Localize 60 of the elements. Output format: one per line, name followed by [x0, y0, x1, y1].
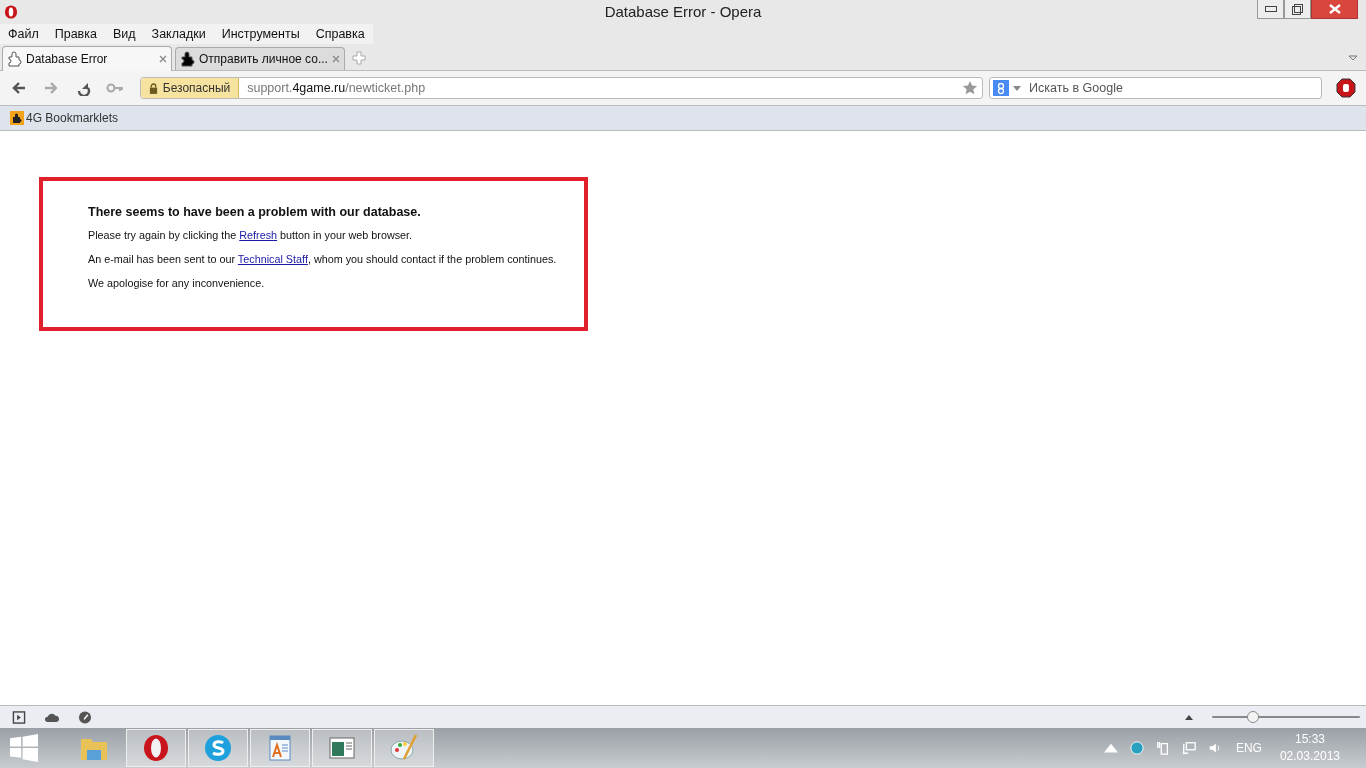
text-link[interactable]: Technical Staff — [237, 253, 308, 265]
bookmark-item[interactable]: 4G Bookmarklets — [10, 111, 119, 125]
palette-icon — [389, 733, 419, 763]
tab-label: Отправить личное со... — [199, 52, 329, 66]
windows-start-icon[interactable] — [10, 734, 38, 762]
stop-hand-icon[interactable] — [1336, 78, 1356, 98]
browser-tab[interactable]: Отправить личное со... — [175, 47, 345, 70]
taskbar-button[interactable] — [188, 729, 248, 767]
close-icon[interactable] — [332, 55, 340, 63]
triangle-up-icon[interactable] — [1185, 714, 1193, 720]
close-icon — [1328, 4, 1341, 14]
taskbar-button[interactable] — [312, 729, 372, 767]
opera-logo-icon[interactable] — [4, 4, 18, 20]
error-message: Please try again by clicking the Refresh button in your web browser. — [88, 228, 414, 243]
battery-icon[interactable] — [1155, 741, 1170, 755]
circle-icon[interactable] — [1129, 741, 1144, 755]
speaker-icon[interactable] — [1207, 741, 1222, 755]
restore-button[interactable] — [1284, 0, 1311, 19]
error-message: An e-mail has been sent to our Technical Staff, whom you should contact if the problem continues. — [88, 252, 558, 267]
skype-logo-icon — [203, 733, 233, 763]
panel-toggle-icon[interactable] — [12, 710, 26, 724]
search-bar[interactable]: Искать в Google — [989, 77, 1323, 99]
browser-tab[interactable]: Database Error — [2, 46, 172, 71]
taskbar-button[interactable] — [126, 729, 186, 767]
minimize-icon — [1264, 6, 1277, 12]
google-icon[interactable] — [993, 80, 1010, 96]
slider-thumb[interactable] — [1247, 711, 1260, 723]
menu-item[interactable]: Файл — [0, 24, 47, 44]
plus-icon[interactable] — [352, 51, 366, 65]
star-icon[interactable] — [962, 80, 979, 96]
puzzle-icon — [10, 111, 24, 125]
minimize-button[interactable] — [1257, 0, 1284, 19]
menu-item[interactable]: Правка — [46, 24, 105, 44]
search-field[interactable]: Искать в Google — [1025, 81, 1322, 95]
padlock-icon — [148, 82, 158, 94]
zoom-slider[interactable] — [1212, 710, 1360, 724]
text-link[interactable]: Refresh — [239, 229, 278, 241]
dropdown-arrow-icon[interactable] — [1013, 85, 1022, 91]
error-heading: There seems to have been a problem with our database. — [88, 205, 422, 219]
opera-logo-icon — [141, 733, 171, 763]
tab-label: Database Error — [26, 52, 109, 66]
back-arrow-icon[interactable] — [10, 80, 28, 96]
address-field[interactable]: Безопасный support.4game.ru/newticket.php — [139, 77, 984, 99]
close-button[interactable] — [1311, 0, 1358, 19]
menu-item[interactable]: Инструменты — [213, 24, 308, 44]
window-title: Database Error - Opera — [604, 3, 762, 20]
puzzle-icon — [7, 51, 23, 67]
restore-icon — [1292, 3, 1303, 15]
error-message: We apologise for any inconvenience. — [88, 276, 266, 291]
taskbar-button[interactable] — [250, 729, 310, 767]
close-icon[interactable] — [159, 55, 167, 63]
network-icon[interactable] — [1181, 741, 1196, 755]
menu-item[interactable]: Закладки — [143, 24, 214, 44]
puzzle-icon — [180, 51, 196, 67]
dropdown-arrow-icon[interactable] — [1348, 55, 1358, 61]
url-text: support.4game.ru/newticket.php — [247, 81, 427, 95]
menu-item[interactable]: Вид — [104, 24, 144, 44]
security-badge[interactable]: Безопасный — [140, 78, 240, 98]
speedometer-icon[interactable] — [78, 710, 92, 724]
menu-item[interactable]: Справка — [307, 24, 373, 44]
